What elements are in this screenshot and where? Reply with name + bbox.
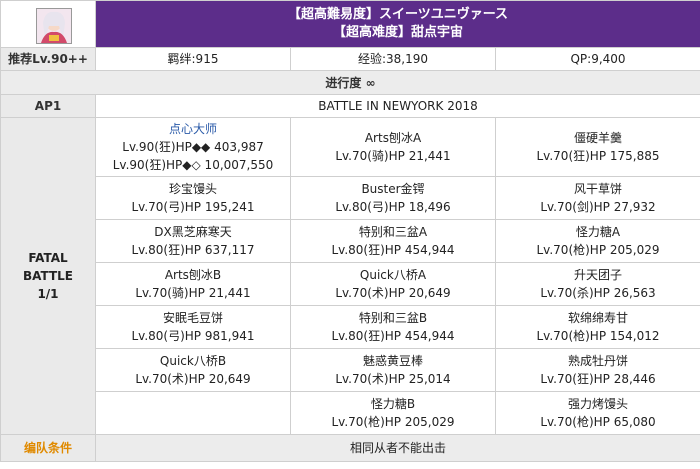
enemy-stats: Lv.70(枪)HP 205,029 — [331, 415, 455, 429]
enemy-name: 特别和三盆A — [358, 225, 428, 239]
enemy-stats: Lv.70(枪)HP 65,080 — [540, 415, 656, 429]
enemy-cell: Quick八桥A Lv.70(术)HP 20,649 — [290, 262, 496, 306]
fatal-battle-label-line: FATAL — [28, 251, 68, 265]
enemy-cell: 特别和三盆B Lv.80(狂)HP 454,944 — [290, 305, 496, 349]
enemy-stats: Lv.70(骑)HP 21,441 — [135, 286, 251, 300]
enemy-name: 珍宝馒头 — [168, 182, 217, 196]
enemy-cell: 升天团子 Lv.70(杀)HP 26,563 — [494, 262, 700, 306]
condition-row: 编队条件 相同从者不能出击 — [0, 434, 700, 462]
enemy-stats: Lv.80(狂)HP 637,117 — [131, 243, 255, 257]
enemy-stats: Lv.70(狂)HP 28,446 — [540, 372, 656, 386]
fatal-battle-label-line: BATTLE — [23, 269, 73, 283]
progress-row: 进行度 ∞ — [0, 70, 700, 95]
enemy-name: 强力烤馒头 — [568, 397, 629, 411]
enemy-cell: 魅惑黄豆棒 Lv.70(术)HP 25,014 — [290, 348, 496, 392]
enemy-cell: 熟成牡丹饼 Lv.70(狂)HP 28,446 — [494, 348, 700, 392]
quest-icon-cell — [0, 0, 96, 48]
enemy-name: 熟成牡丹饼 — [568, 354, 629, 368]
enemy-name: Arts刨冰A — [364, 131, 422, 145]
enemy-name: Quick八桥B — [159, 354, 227, 368]
enemy-row: FATAL BATTLE 1/1 点心大师 Lv.90(狂)HP◆◆ 403,987 Lv… — [0, 117, 700, 435]
enemy-cell: 怪力糖B Lv.70(枪)HP 205,029 — [290, 391, 496, 435]
enemy-cell: Quick八桥B Lv.70(术)HP 20,649 — [95, 348, 291, 392]
enemy-name: 升天团子 — [574, 268, 623, 282]
enemy-name: 软绵绵寿甘 — [568, 311, 629, 325]
enemy-name: 风干草饼 — [574, 182, 623, 196]
fatal-battle-label: FATAL BATTLE 1/1 — [0, 117, 96, 435]
enemy-stats: Lv.70(剑)HP 27,932 — [540, 200, 656, 214]
enemy-name: DX黑芝麻寒天 — [154, 225, 232, 239]
enemy-stats: Lv.70(枪)HP 205,029 — [536, 243, 660, 257]
recommend-level: 推荐Lv.90++ — [0, 47, 96, 71]
ap-label: AP1 — [0, 94, 96, 118]
enemy-name: Arts刨冰B — [164, 268, 222, 282]
enemy-cell — [95, 391, 291, 435]
enemy-stats: Lv.80(狂)HP 454,944 — [331, 243, 455, 257]
enemy-stats: Lv.70(术)HP 20,649 — [135, 372, 251, 386]
fatal-battle-label-line: 1/1 — [37, 287, 59, 301]
enemy-row: Arts刨冰B Lv.70(骑)HP 21,441 Quick八桥A Lv.70(术)… — [1, 262, 700, 306]
enemy-row: 怪力糖B Lv.70(枪)HP 205,029 强力烤馒头 Lv.70(枪)HP 65… — [1, 391, 700, 435]
enemy-row: DX黑芝麻寒天 Lv.80(狂)HP 637,117 特别和三盆A Lv.80(狂)H… — [1, 219, 700, 263]
condition-label[interactable]: 编队条件 — [0, 434, 96, 462]
enemy-name: 怪力糖B — [370, 397, 416, 411]
enemy-cell: 点心大师 Lv.90(狂)HP◆◆ 403,987 Lv.90(狂)HP◆◇ 10,… — [95, 117, 291, 177]
enemy-name: 僵硬羊羹 — [574, 131, 623, 145]
enemy-name: 特别和三盆B — [358, 311, 428, 325]
enemy-stats: Lv.70(弓)HP 195,241 — [131, 200, 255, 214]
enemy-stats: Lv.90(狂)HP◆◇ 10,007,550 — [112, 158, 274, 172]
enemy-name: Buster金锷 — [361, 182, 425, 196]
enemy-row: 安眠毛豆饼 Lv.80(弓)HP 981,941 特别和三盆B Lv.80(狂)HP … — [1, 305, 700, 349]
stats-row: 推荐Lv.90++ 羁绊:915 经验:38,190 QP:9,400 — [0, 47, 700, 71]
quest-title-jp: 【超高難易度】スイーツユニヴァース — [287, 7, 509, 22]
enemy-cell: Arts刨冰B Lv.70(骑)HP 21,441 — [95, 262, 291, 306]
enemy-row: Quick八桥B Lv.70(术)HP 20,649 魅惑黄豆棒 Lv.70(术)HP… — [1, 348, 700, 392]
enemy-stats: Lv.70(杀)HP 26,563 — [540, 286, 656, 300]
enemy-cell: DX黑芝麻寒天 Lv.80(狂)HP 637,117 — [95, 219, 291, 263]
enemy-stats: Lv.90(狂)HP◆◆ 403,987 — [122, 140, 264, 154]
enemy-stats: Lv.80(狂)HP 454,944 — [331, 329, 455, 343]
boss-name-link[interactable]: 点心大师 — [97, 120, 290, 138]
enemy-stats: Lv.70(枪)HP 154,012 — [536, 329, 660, 343]
qp-value: QP:9,400 — [494, 47, 700, 71]
enemy-cell: Arts刨冰A Lv.70(骑)HP 21,441 — [290, 117, 496, 177]
condition-value: 相同从者不能出击 — [94, 434, 700, 462]
enemy-stats: Lv.80(弓)HP 981,941 — [131, 329, 255, 343]
battle-name: BATTLE IN NEWYORK 2018 — [94, 94, 700, 118]
servant-avatar-icon[interactable] — [36, 8, 72, 44]
exp-value: 经验:38,190 — [290, 47, 496, 71]
enemy-name: Quick八桥A — [359, 268, 427, 282]
enemy-cell: 僵硬羊羹 Lv.70(狂)HP 175,885 — [494, 117, 700, 177]
enemy-stats: Lv.70(狂)HP 175,885 — [536, 149, 660, 163]
enemy-name: 安眠毛豆饼 — [162, 311, 223, 325]
enemy-name: 怪力糖A — [575, 225, 621, 239]
enemy-name: 魅惑黄豆棒 — [362, 354, 423, 368]
quest-title-cn: 【超高难度】甜点宇宙 — [333, 25, 464, 40]
quest-table: 【超高難易度】スイーツユニヴァース 【超高难度】甜点宇宙 推荐Lv.90++ 羁… — [0, 0, 700, 462]
enemy-stats: Lv.80(弓)HP 18,496 — [335, 200, 451, 214]
enemy-cell: 怪力糖A Lv.70(枪)HP 205,029 — [494, 219, 700, 263]
enemy-cell: 安眠毛豆饼 Lv.80(弓)HP 981,941 — [95, 305, 291, 349]
enemy-cell: 特别和三盆A Lv.80(狂)HP 454,944 — [290, 219, 496, 263]
bond-value: 羁绊:915 — [95, 47, 291, 71]
quest-header-row: 【超高難易度】スイーツユニヴァース 【超高难度】甜点宇宙 — [0, 0, 700, 48]
ap-row: AP1 BATTLE IN NEWYORK 2018 — [0, 94, 700, 118]
enemy-list: FATAL BATTLE 1/1 点心大师 Lv.90(狂)HP◆◆ 403,987 Lv… — [0, 117, 700, 435]
enemy-cell: 软绵绵寿甘 Lv.70(枪)HP 154,012 — [494, 305, 700, 349]
enemy-cell: Buster金锷 Lv.80(弓)HP 18,496 — [290, 176, 496, 220]
enemy-cell: 珍宝馒头 Lv.70(弓)HP 195,241 — [95, 176, 291, 220]
quest-title: 【超高難易度】スイーツユニヴァース 【超高难度】甜点宇宙 — [94, 0, 700, 48]
enemy-cell: 强力烤馒头 Lv.70(枪)HP 65,080 — [494, 391, 700, 435]
enemy-stats: Lv.70(术)HP 20,649 — [335, 286, 451, 300]
enemy-cell: 风干草饼 Lv.70(剑)HP 27,932 — [494, 176, 700, 220]
enemy-stats: Lv.70(骑)HP 21,441 — [335, 149, 451, 163]
enemy-stats: Lv.70(术)HP 25,014 — [335, 372, 451, 386]
progress-label: 进行度 ∞ — [0, 70, 700, 95]
enemy-row: 珍宝馒头 Lv.70(弓)HP 195,241 Buster金锷 Lv.80(弓)HP… — [1, 176, 700, 220]
